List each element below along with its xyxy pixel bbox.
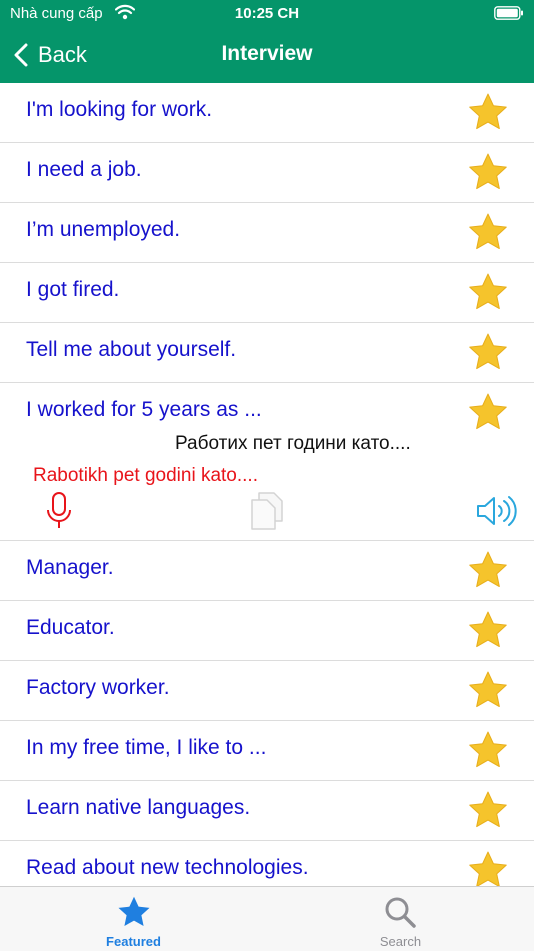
star-icon[interactable] (467, 212, 509, 252)
romanization-text: Rabotikh pet godini kato.... (33, 465, 258, 486)
phrase-text: I need a job. (26, 158, 142, 181)
phrase-row[interactable]: In my free time, I like to ... (0, 721, 534, 781)
star-icon[interactable] (467, 790, 509, 830)
star-icon[interactable] (467, 610, 509, 650)
star-icon (118, 896, 150, 927)
star-icon[interactable] (467, 670, 509, 710)
search-icon (385, 897, 416, 928)
tab-label: Search (379, 934, 422, 949)
tab-search[interactable]: Search (267, 887, 534, 951)
phrase-text: Tell me about yourself. (26, 338, 237, 361)
star-icon[interactable] (467, 392, 509, 432)
phrase-row[interactable]: Tell me about yourself. (0, 323, 534, 383)
copy-icon[interactable] (250, 491, 284, 531)
phrase-text: I worked for 5 years as ... (26, 398, 262, 421)
phrase-row[interactable]: Manager. (0, 541, 534, 601)
star-icon[interactable] (467, 152, 509, 192)
phrase-text: In my free time, I like to ... (26, 736, 267, 759)
star-icon[interactable] (467, 850, 509, 890)
phrase-text: Manager. (26, 556, 114, 579)
phrase-row[interactable]: I need a job. (0, 143, 534, 203)
phrase-text: Educator. (26, 616, 115, 639)
phrase-text: I got fired. (26, 278, 120, 301)
tab-label: Featured (106, 934, 161, 949)
phrase-text: I’m unemployed. (26, 218, 181, 241)
star-icon[interactable] (467, 272, 509, 312)
microphone-icon[interactable] (46, 491, 72, 531)
page-title: Interview (221, 42, 313, 65)
speaker-icon[interactable] (476, 495, 518, 527)
star-icon[interactable] (467, 550, 509, 590)
phrase-row[interactable]: I’m unemployed. (0, 203, 534, 263)
phrase-text: Read about new technologies. (26, 856, 309, 879)
tab-featured[interactable]: Featured (0, 887, 267, 951)
status-time: 10:25 CH (234, 5, 300, 22)
phrase-text: I'm looking for work. (26, 98, 213, 121)
translation-text: Работих пет години като.... (175, 433, 411, 454)
expanded-phrase-row[interactable]: I worked for 5 years as ... Работих пет … (0, 383, 534, 541)
phrase-row[interactable]: Factory worker. (0, 661, 534, 721)
star-icon[interactable] (467, 332, 509, 372)
star-icon[interactable] (467, 92, 509, 132)
phrase-row[interactable]: I'm looking for work. (0, 83, 534, 143)
phrase-row[interactable]: Learn native languages. (0, 781, 534, 841)
phrase-list: I'm looking for work. I need a job. I’m … (0, 83, 534, 901)
phrase-row[interactable]: Educator. (0, 601, 534, 661)
phrase-row[interactable]: I got fired. (0, 263, 534, 323)
tab-bar: Featured Search (0, 886, 534, 951)
phrase-text: Factory worker. (26, 676, 170, 699)
star-icon[interactable] (467, 730, 509, 770)
phrase-text: Learn native languages. (26, 796, 251, 819)
battery-icon (494, 6, 523, 20)
header: Nhà cung cấp 10:25 CH Back Interview (0, 0, 534, 83)
